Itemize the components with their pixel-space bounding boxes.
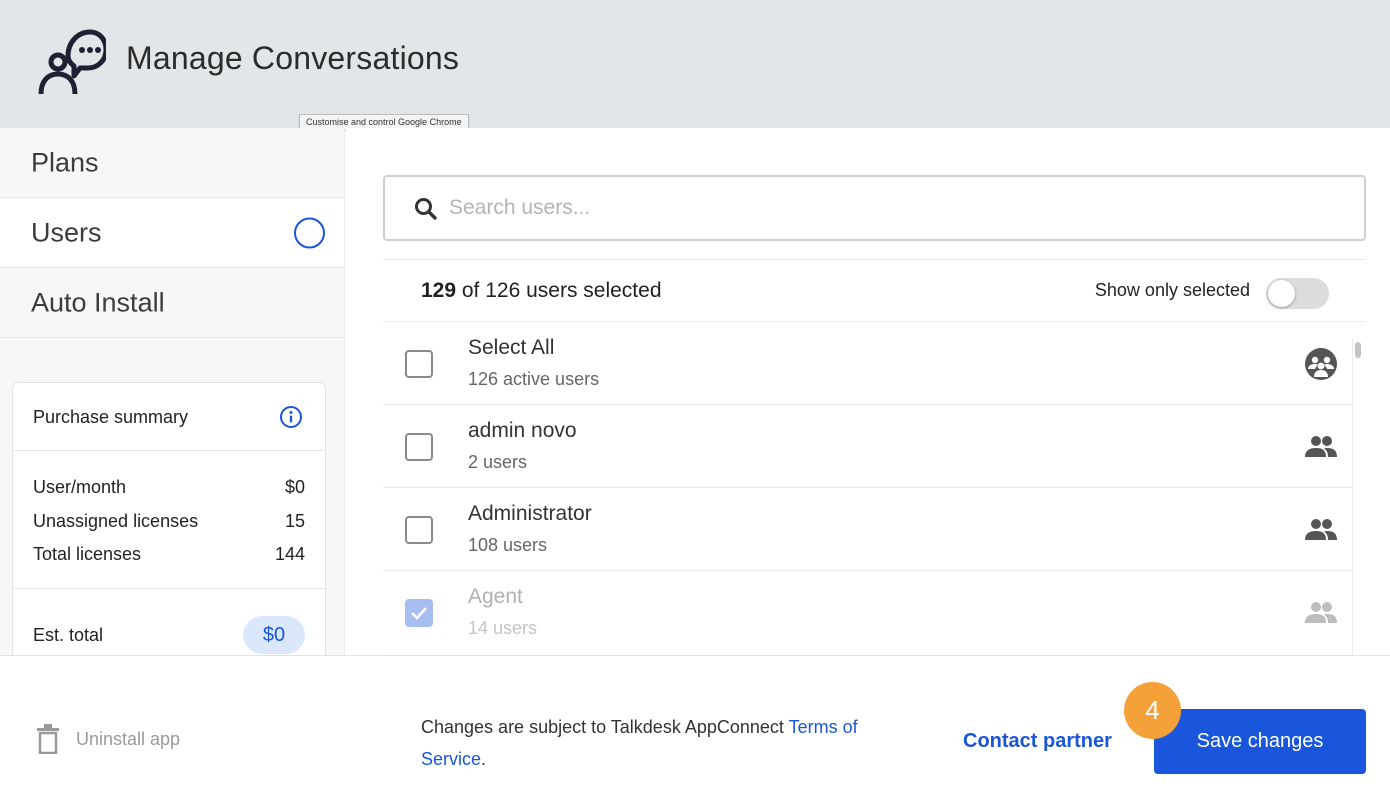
people-icon xyxy=(1305,436,1337,457)
summary-row-label: Total licenses xyxy=(33,544,142,564)
purchase-summary-card: Purchase summary User/month $0 Unassigne… xyxy=(12,382,326,672)
sidebar-item-users[interactable]: Users xyxy=(0,198,344,268)
terms-of-service-link-continued[interactable]: Service xyxy=(421,749,481,769)
list-item-subtitle: 14 users xyxy=(468,618,538,638)
app-title: Manage Conversations xyxy=(126,40,460,76)
list-item-title: Select All xyxy=(468,336,555,359)
sidebar-item-auto-install[interactable]: Auto Install xyxy=(0,268,344,338)
user-group-list: Select All 126 active users admin novo 2… xyxy=(383,322,1353,655)
summary-row-label: Unassigned licenses xyxy=(33,510,199,531)
selected-count-text: of 126 users selected xyxy=(456,279,662,302)
list-item[interactable]: Agent 14 users xyxy=(383,571,1353,654)
sidebar: Plans Users Auto Install Purchase summar… xyxy=(0,128,345,672)
progress-ring-icon xyxy=(294,217,325,248)
toggle-knob xyxy=(1268,280,1295,307)
sidebar-item-label: Plans xyxy=(31,147,99,177)
search-input[interactable] xyxy=(449,189,1329,227)
selected-count-number: 129 xyxy=(421,279,457,302)
users-panel: 129 of 126 users selected Show only sele… xyxy=(346,128,1390,655)
selection-bar: 129 of 126 users selected Show only sele… xyxy=(383,259,1366,322)
scrollbar-track xyxy=(1352,338,1353,655)
summary-row-user-month: User/month $0 xyxy=(33,475,305,509)
search-icon xyxy=(415,198,437,220)
estimated-total-label: Est. total xyxy=(33,625,104,645)
row-checkbox[interactable] xyxy=(405,516,433,544)
terms-of-service-link[interactable]: Terms of xyxy=(789,717,858,737)
summary-row-value: 144 xyxy=(274,544,305,564)
estimated-total-value: $0 xyxy=(243,616,305,654)
list-scrollbar[interactable] xyxy=(1352,338,1366,655)
terms-notice: Changes are subject to Talkdesk AppConne… xyxy=(421,711,901,775)
show-only-selected-toggle[interactable] xyxy=(1266,278,1329,309)
list-item[interactable]: Administrator 108 users xyxy=(383,488,1353,571)
contact-partner-link[interactable]: Contact partner xyxy=(963,730,1112,753)
selection-count: 129 of 126 users selected xyxy=(421,279,662,303)
list-item[interactable]: admin novo 2 users xyxy=(383,405,1353,488)
terms-prefix: Changes are subject to Talkdesk AppConne… xyxy=(421,717,789,737)
step-number-badge: 4 xyxy=(1125,683,1180,738)
uninstall-app-label: Uninstall app xyxy=(76,728,181,749)
select-all-checkbox[interactable] xyxy=(405,350,433,378)
summary-row-total-licenses: Total licenses 144 xyxy=(33,542,305,576)
sidebar-item-plans[interactable]: Plans xyxy=(0,128,344,198)
footer-bar: Uninstall app Changes are subject to Tal… xyxy=(0,655,1390,797)
people-icon xyxy=(1305,519,1337,540)
list-item-title: admin novo xyxy=(468,419,577,442)
purchase-summary-header: Purchase summary xyxy=(13,383,325,451)
scrollbar-thumb[interactable] xyxy=(1355,342,1361,358)
list-item-subtitle: 108 users xyxy=(468,535,548,555)
row-checkbox[interactable] xyxy=(405,433,433,461)
info-icon[interactable] xyxy=(279,405,303,429)
list-item-subtitle: 2 users xyxy=(468,452,528,472)
summary-row-value: $0 xyxy=(284,477,305,497)
list-item-title: Agent xyxy=(468,585,523,608)
sidebar-item-label: Auto Install xyxy=(31,287,165,317)
list-item[interactable]: Select All 126 active users xyxy=(383,322,1353,405)
conversation-person-icon xyxy=(38,29,106,95)
purchase-summary-title: Purchase summary xyxy=(33,407,189,427)
search-box[interactable] xyxy=(383,175,1366,241)
people-icon xyxy=(1305,602,1337,623)
save-changes-button[interactable]: Save changes xyxy=(1154,709,1366,774)
check-icon xyxy=(411,607,427,620)
sidebar-item-label: Users xyxy=(31,217,102,247)
summary-row-value: 15 xyxy=(284,510,305,531)
show-only-selected-label: Show only selected xyxy=(1094,280,1250,300)
trash-icon xyxy=(37,724,59,754)
summary-row-unassigned: Unassigned licenses 15 xyxy=(33,509,305,543)
purchase-summary-rows: User/month $0 Unassigned licenses 15 Tot… xyxy=(13,451,325,589)
uninstall-app-button[interactable]: Uninstall app xyxy=(36,724,180,754)
terms-suffix: . xyxy=(481,749,487,769)
app-header: Manage Conversations Customise and contr… xyxy=(0,0,1390,131)
list-item-subtitle: 126 active users xyxy=(468,369,600,389)
list-item-title: Administrator xyxy=(468,502,592,525)
group-circle-icon xyxy=(1305,348,1337,380)
summary-row-label: User/month xyxy=(33,477,127,497)
row-checkbox-checked[interactable] xyxy=(405,599,433,627)
